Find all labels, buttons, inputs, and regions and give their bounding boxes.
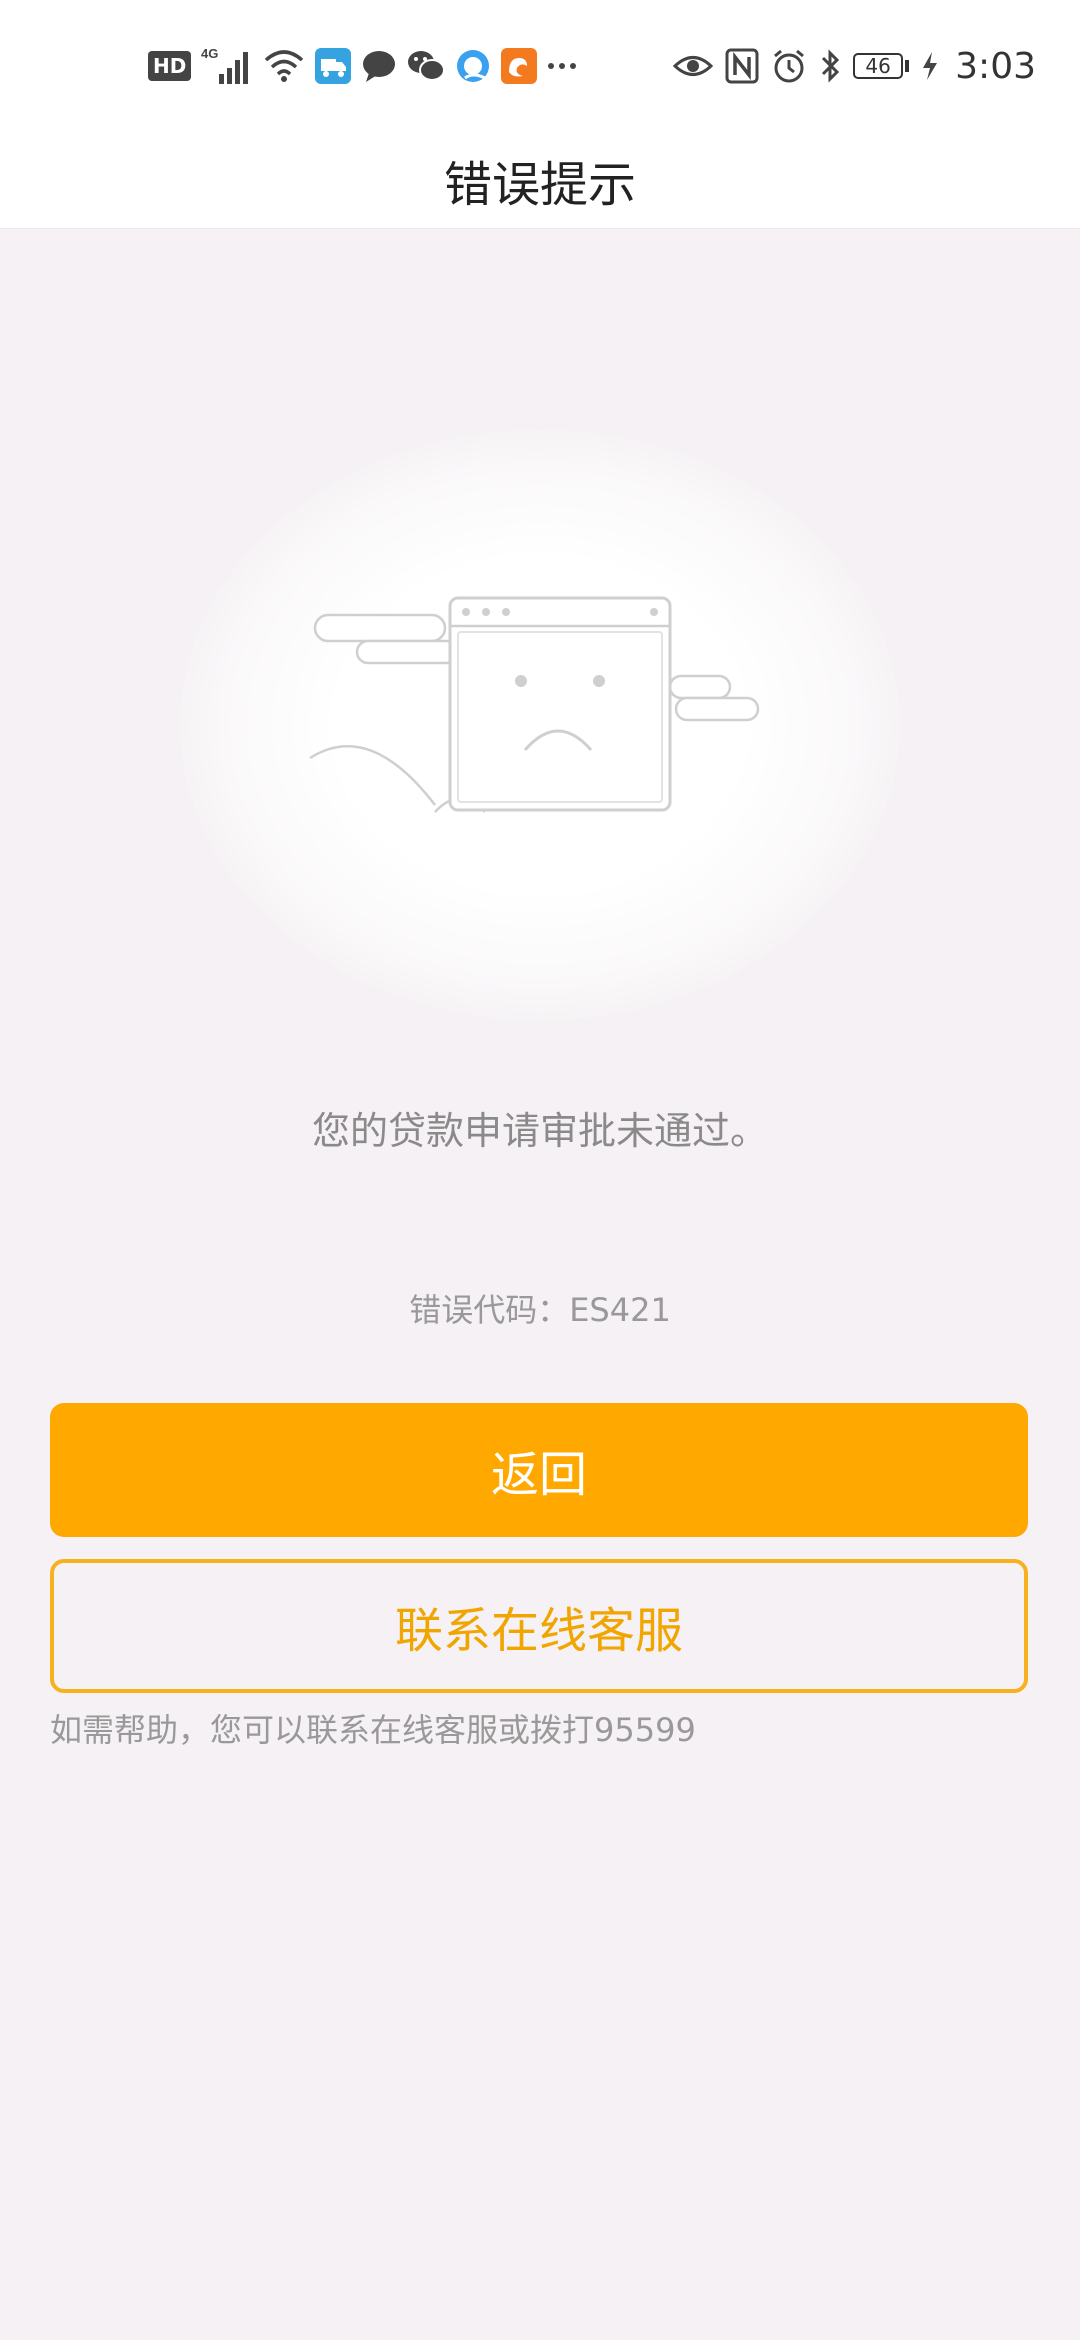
- status-bar-system: 46 3:03: [673, 44, 1036, 88]
- battery-nub: [905, 60, 910, 72]
- uc-browser-icon: [501, 48, 538, 84]
- alarm-icon: [771, 48, 807, 84]
- page-header: 错误提示: [0, 132, 1080, 229]
- charging-icon: [921, 51, 939, 81]
- bluetooth-icon: [819, 48, 841, 84]
- eye-icon: [673, 51, 714, 81]
- browser-icon: [455, 48, 491, 84]
- hd-icon: HD: [148, 51, 192, 81]
- error-message: 您的贷款申请审批未通过。: [311, 1109, 768, 1153]
- svg-text:4G: 4G: [201, 46, 218, 61]
- delivery-app-icon: [315, 48, 352, 84]
- status-bar-notifications: HD 4G: [148, 44, 577, 88]
- more-dots-icon: [547, 61, 577, 71]
- error-code: 错误代码：ES421: [409, 1291, 671, 1329]
- back-button[interactable]: 返回: [50, 1403, 1028, 1537]
- 4g-signal-icon: 4G: [201, 46, 253, 86]
- page-title: 错误提示: [443, 157, 636, 213]
- status-bar: HD 4G 46 3:03: [0, 0, 1080, 132]
- battery-icon: 46: [853, 53, 904, 79]
- help-text: 如需帮助，您可以联系在线客服或拨打95599: [50, 1711, 696, 1749]
- nfc-icon: [725, 48, 759, 84]
- wifi-icon: [263, 48, 305, 84]
- contact-service-button[interactable]: 联系在线客服: [50, 1559, 1028, 1693]
- wechat-icon: [407, 48, 446, 84]
- status-time: 3:03: [955, 45, 1036, 87]
- sad-browser-window-icon: [309, 596, 760, 813]
- message-bubble-icon: [361, 48, 397, 84]
